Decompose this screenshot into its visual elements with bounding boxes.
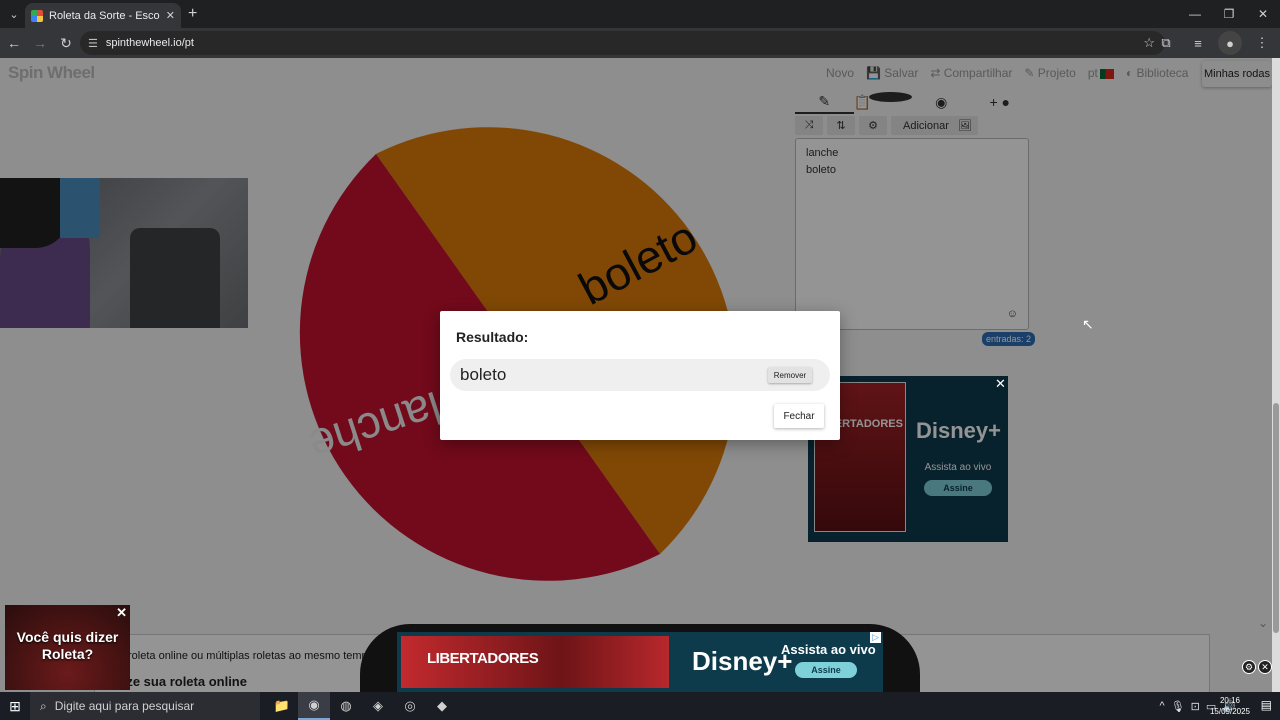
scrollbar-thumb[interactable] <box>1273 403 1279 633</box>
tray-chevron-icon[interactable]: ^ <box>1160 700 1165 712</box>
remove-button[interactable]: Remover <box>768 367 812 383</box>
ad-brand-text: Disney+ <box>692 646 793 676</box>
result-dialog: Resultado: boleto Remover Fechar <box>440 311 840 440</box>
discord-icon[interactable]: ◍ <box>330 692 362 720</box>
minimize-icon[interactable]: — <box>1178 0 1212 28</box>
site-info-icon[interactable]: ☰ <box>88 37 98 50</box>
floating-settings-icon[interactable]: ⚙ <box>1242 660 1256 674</box>
app-icon[interactable]: ◆ <box>426 692 458 720</box>
ad-tagline: Assista ao vivo <box>781 642 876 657</box>
tab-list-icon[interactable]: ⌄ <box>3 3 25 25</box>
browser-tab-bar: ⌄ Roleta da Sorte - Escolha Perso ✕ + — … <box>0 0 1280 28</box>
network-icon[interactable]: ⊡ <box>1191 700 1200 713</box>
result-value: boleto <box>460 365 507 384</box>
page-floating-icons: ⚙ ✕ <box>1242 660 1272 674</box>
profile-avatar-icon[interactable]: ● <box>1218 31 1242 55</box>
restore-icon[interactable]: ❐ <box>1212 0 1246 28</box>
media-icon[interactable]: ≡ <box>1186 31 1210 55</box>
ad-info-icon[interactable]: ▷ <box>870 632 881 643</box>
search-icon: ⌕ <box>40 698 47 713</box>
notifications-icon[interactable]: ▤ <box>1261 698 1272 712</box>
page-scrollbar[interactable] <box>1272 58 1280 692</box>
taskbar-search[interactable]: ⌕ Digite aqui para pesquisar <box>30 692 260 720</box>
ad-league-text: LIBERTADORES <box>427 650 539 667</box>
close-ad-icon[interactable]: ✕ <box>116 605 127 621</box>
mouse-cursor-icon: ↖ <box>1082 316 1094 332</box>
chrome-icon[interactable]: ◉ <box>298 692 330 720</box>
obs-icon[interactable]: ◎ <box>394 692 426 720</box>
bottom-advertisement[interactable]: LIBERTADORES Disney+ Assista ao vivo Ass… <box>397 632 883 692</box>
tab-title: Roleta da Sorte - Escolha Perso <box>49 9 160 22</box>
close-tab-icon[interactable]: ✕ <box>166 9 175 22</box>
back-icon[interactable]: ← <box>2 31 26 55</box>
result-dialog-title: Resultado: <box>456 329 529 345</box>
url-text: spinthewheel.io/pt <box>105 37 194 49</box>
result-row: boleto Remover <box>450 359 830 391</box>
chevron-down-icon[interactable]: ⌄ <box>1258 616 1268 630</box>
close-ad-icon[interactable]: ✕ <box>995 376 1006 392</box>
site-favicon-icon <box>31 9 43 22</box>
ad-cta-button[interactable]: Assine <box>795 662 857 678</box>
browser-tab[interactable]: Roleta da Sorte - Escolha Perso ✕ <box>25 3 181 28</box>
floating-close-icon[interactable]: ✕ <box>1258 660 1272 674</box>
clock-time: 20:16 <box>1219 696 1240 705</box>
steam-icon[interactable]: ◈ <box>362 692 394 720</box>
file-explorer-icon[interactable]: 📁 <box>266 692 298 720</box>
window-controls: — ❐ ✕ <box>1178 0 1280 28</box>
toolbar-actions: ⧉ ≡ ● ⋮ <box>1154 31 1274 55</box>
search-placeholder: Digite aqui para pesquisar <box>54 699 195 713</box>
os-taskbar: ⊞ ⌕ Digite aqui para pesquisar 📁 ◉ ◍ ◈ ◎… <box>0 692 1280 720</box>
roleta-advertisement[interactable]: Você quis dizer Roleta? ✕ <box>5 605 130 690</box>
address-bar[interactable]: ☰ spinthewheel.io/pt ☆ <box>80 31 1165 55</box>
browser-toolbar: ← → ↻ ☰ spinthewheel.io/pt ☆ ⧉ ≡ ● ⋮ <box>0 28 1280 58</box>
menu-icon[interactable]: ⋮ <box>1250 31 1274 55</box>
reload-icon[interactable]: ↻ <box>54 31 78 55</box>
clock-date: 15/09/2025 <box>1209 707 1250 716</box>
roleta-ad-text: Você quis dizer Roleta? <box>16 629 119 662</box>
taskbar-apps: 📁 ◉ ◍ ◈ ◎ ◆ <box>266 692 458 720</box>
forward-icon[interactable]: → <box>28 31 52 55</box>
close-button[interactable]: Fechar <box>774 404 824 428</box>
extensions-icon[interactable]: ⧉ <box>1154 31 1178 55</box>
microphone-icon[interactable]: 🎙 <box>1171 700 1185 713</box>
windows-start-icon[interactable]: ⊞ <box>0 692 30 720</box>
taskbar-clock[interactable]: 20:16 15/09/2025 <box>1210 695 1250 717</box>
close-window-icon[interactable]: ✕ <box>1246 0 1280 28</box>
new-tab-icon[interactable]: + <box>188 5 197 23</box>
web-page: Spin Wheel Novo 💾 Salvar ⇄ Compartilhar … <box>0 58 1280 692</box>
